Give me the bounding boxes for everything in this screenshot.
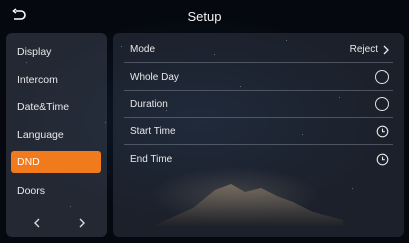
chevron-left-icon [34, 218, 40, 228]
whole-day-radio[interactable] [375, 70, 389, 84]
sidebar-item-date-time[interactable]: Date&Time [11, 96, 101, 118]
clock-icon[interactable] [376, 125, 389, 138]
start-time-row[interactable]: Start Time [124, 118, 393, 145]
chevron-right-icon [383, 45, 389, 55]
end-time-label: End Time [130, 154, 173, 165]
duration-label: Duration [130, 99, 168, 110]
sidebar-item-doors[interactable]: Doors [11, 180, 101, 202]
settings-sidebar: Display Intercom Date&Time Language DND … [6, 33, 107, 237]
sidebar-item-display[interactable]: Display [11, 41, 101, 63]
clock-icon[interactable] [376, 153, 389, 166]
duration-radio[interactable] [375, 97, 389, 111]
row-divider [124, 62, 393, 63]
prev-page-button[interactable] [30, 216, 44, 230]
sidebar-item-intercom[interactable]: Intercom [11, 69, 101, 91]
duration-row[interactable]: Duration [124, 91, 393, 118]
header-bar: Setup [0, 0, 409, 34]
start-time-label: Start Time [130, 126, 176, 137]
sidebar-item-dnd[interactable]: DND [11, 151, 101, 173]
row-divider [124, 144, 393, 145]
chevron-right-icon [79, 218, 85, 228]
next-page-button[interactable] [75, 216, 89, 230]
setup-screen: Setup Display Intercom Date&Time Languag… [0, 0, 409, 243]
mode-label: Mode [130, 44, 156, 55]
mode-value: Reject [349, 44, 378, 55]
mode-row[interactable]: Mode Reject [124, 36, 393, 63]
sidebar-item-language[interactable]: Language [11, 124, 101, 146]
page-title: Setup [187, 9, 222, 24]
whole-day-row[interactable]: Whole Day [124, 64, 393, 91]
mountain-silhouette [153, 184, 343, 228]
dnd-settings-panel: Mode Reject Whole Day Duration Start Tim… [113, 33, 404, 237]
whole-day-label: Whole Day [130, 72, 179, 83]
